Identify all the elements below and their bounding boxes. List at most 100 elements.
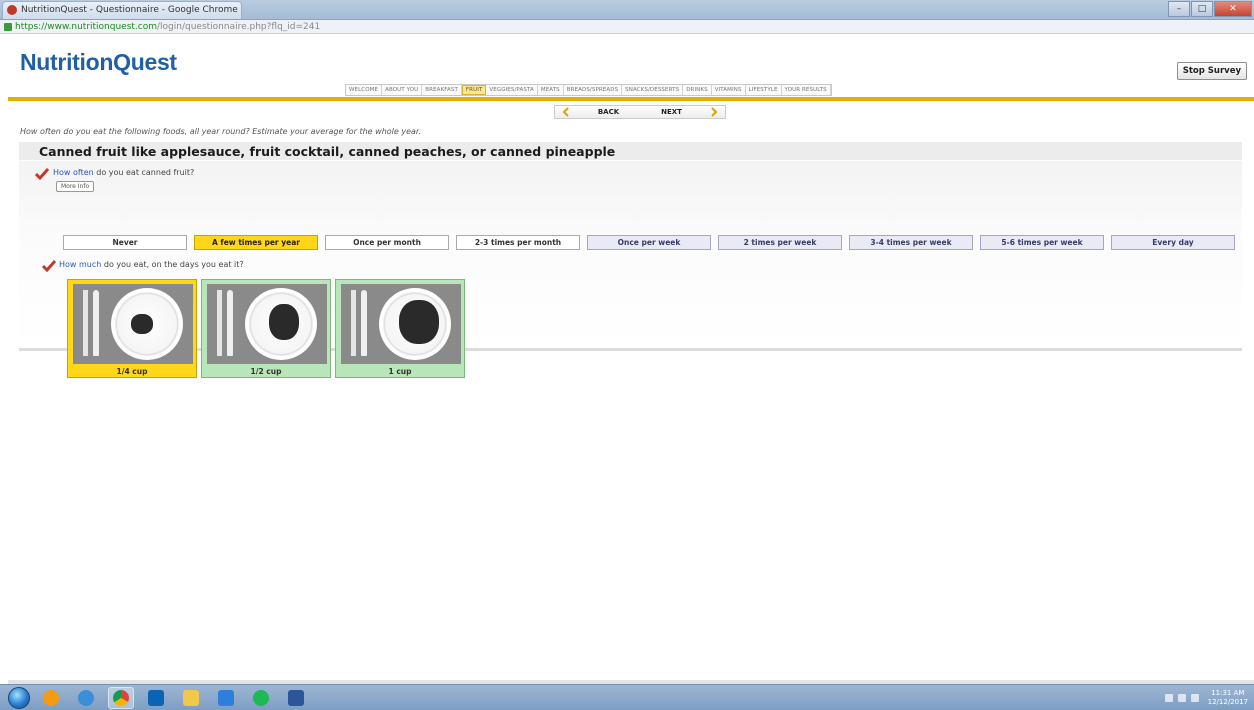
nav-item-breakfast[interactable]: BREAKFAST — [422, 85, 462, 95]
frequency-question-text: do you eat canned fruit? — [93, 168, 195, 177]
back-arrow-icon[interactable] — [555, 106, 577, 118]
knife-icon — [361, 290, 367, 356]
frequency-option-3-4-week[interactable]: 3-4 times per week — [849, 235, 973, 250]
knife-icon — [227, 290, 233, 356]
checkmark-icon — [35, 168, 49, 180]
lock-icon — [4, 22, 12, 31]
fork-icon — [83, 290, 88, 356]
battery-icon[interactable] — [1190, 694, 1199, 702]
nav-item-lifestyle[interactable]: LIFESTYLE — [746, 85, 782, 95]
portion-question: How much do you eat, on the days you eat… — [59, 260, 244, 269]
windows-taskbar: 11:31 AM 12/12/2017 — [0, 684, 1254, 710]
fruit-portion-icon — [269, 304, 299, 340]
frequency-question-highlight: How often — [53, 168, 94, 177]
nav-item-about-you[interactable]: ABOUT YOU — [382, 85, 423, 95]
word-icon — [288, 689, 304, 706]
nav-item-meats[interactable]: MEATS — [538, 85, 564, 95]
browser-titlebar: NutritionQuest - Questionnaire - Google … — [0, 0, 1254, 20]
nav-item-fruit[interactable]: FRUIT — [461, 85, 487, 95]
more-info-button[interactable]: More Info — [56, 181, 95, 192]
chrome-taskbar-button[interactable] — [108, 686, 134, 709]
address-bar[interactable]: https://www.nutritionquest.com /login/qu… — [0, 20, 1254, 34]
portion-label: 1/4 cup — [116, 366, 148, 376]
question-panel: How often do you eat canned fruit? More … — [19, 161, 1242, 378]
maximize-button[interactable]: □ — [1191, 1, 1213, 17]
url-host: https://www.nutritionquest.com — [15, 21, 158, 32]
frequency-option-few-times-year[interactable]: A few times per year — [194, 235, 318, 250]
page-content: NutritionQuest Stop Survey WELCOME ABOUT… — [8, 34, 1254, 684]
stop-survey-button[interactable]: Stop Survey — [1176, 62, 1247, 80]
fork-icon — [217, 290, 222, 356]
file-explorer-icon — [183, 689, 199, 706]
media-player-icon — [43, 689, 59, 706]
spotify-taskbar-button[interactable] — [248, 687, 274, 709]
portion-photo-quarter-cup — [73, 284, 193, 364]
portion-option-quarter-cup[interactable]: 1/4 cup — [67, 279, 197, 378]
frequency-option-once-month[interactable]: Once per month — [325, 235, 449, 250]
food-title: Canned fruit like applesauce, fruit cock… — [19, 142, 1242, 160]
frequency-options: Never A few times per year Once per mont… — [63, 235, 1242, 250]
nav-item-your-results[interactable]: YOUR RESULTS — [782, 85, 831, 95]
nav-item-veggies-pasta[interactable]: VEGGIES/PASTA — [486, 85, 538, 95]
file-explorer-taskbar-button[interactable] — [178, 687, 204, 709]
system-tray: 11:31 AM 12/12/2017 — [1164, 689, 1248, 707]
window-controls: – □ ✕ — [1167, 1, 1252, 17]
header-divider — [8, 97, 1254, 101]
portion-options: 1/4 cup 1/2 cup 1 cup — [67, 279, 469, 378]
portion-label: 1 cup — [388, 366, 412, 376]
portion-option-half-cup[interactable]: 1/2 cup — [201, 279, 331, 378]
nav-item-drinks[interactable]: DRINKS — [683, 85, 712, 95]
instructions-text: How often do you eat the following foods… — [20, 127, 421, 136]
internet-explorer-taskbar-button[interactable] — [73, 687, 99, 709]
system-clock[interactable]: 11:31 AM 12/12/2017 — [1208, 689, 1248, 707]
browser-tab[interactable]: NutritionQuest - Questionnaire - Google … — [2, 0, 242, 19]
clock-time: 11:31 AM — [1211, 689, 1245, 697]
outlook-icon — [148, 689, 164, 706]
checkmark-icon — [42, 260, 56, 272]
back-button[interactable]: BACK — [577, 106, 640, 118]
word-taskbar-button[interactable] — [283, 687, 309, 709]
close-button[interactable]: ✕ — [1214, 1, 1252, 17]
portion-question-text: do you eat, on the days you eat it? — [101, 260, 244, 269]
knife-icon — [93, 290, 99, 356]
frequency-option-2-week[interactable]: 2 times per week — [718, 235, 842, 250]
nav-item-vitamins[interactable]: VITAMINS — [712, 85, 746, 95]
clock-date: 12/12/2017 — [1207, 698, 1248, 706]
frequency-option-once-week[interactable]: Once per week — [587, 235, 711, 250]
frequency-question: How often do you eat canned fruit? — [53, 168, 194, 177]
next-button[interactable]: NEXT — [640, 106, 703, 118]
frequency-option-never[interactable]: Never — [63, 235, 187, 250]
spotify-icon — [253, 689, 269, 706]
fruit-portion-icon — [131, 314, 153, 334]
nav-item-breads-spreads[interactable]: BREADS/SPREADS — [564, 85, 623, 95]
portion-option-one-cup[interactable]: 1 cup — [335, 279, 465, 378]
portion-label: 1/2 cup — [250, 366, 282, 376]
url-path: /login/questionnaire.php?flq_id=241 — [157, 21, 321, 32]
portion-photo-half-cup — [207, 284, 327, 364]
nav-item-welcome[interactable]: WELCOME — [346, 85, 383, 95]
portion-question-highlight: How much — [59, 260, 102, 269]
portion-photo-one-cup — [341, 284, 461, 364]
start-button-icon[interactable] — [8, 686, 30, 709]
frequency-option-2-3-month[interactable]: 2-3 times per month — [456, 235, 580, 250]
frequency-option-every-day[interactable]: Every day — [1111, 235, 1235, 250]
volume-icon[interactable] — [1177, 694, 1186, 702]
internet-explorer-icon — [78, 689, 94, 706]
fruit-portion-icon — [399, 300, 439, 344]
outlook-taskbar-button[interactable] — [143, 687, 169, 709]
favicon-icon — [7, 5, 17, 15]
chrome-icon — [113, 689, 129, 706]
next-arrow-icon[interactable] — [703, 106, 725, 118]
nav-item-snacks-desserts[interactable]: SNACKS/DESSERTS — [622, 85, 684, 95]
minimize-button[interactable]: – — [1168, 1, 1190, 17]
section-nav: WELCOME ABOUT YOU BREAKFAST FRUIT VEGGIE… — [345, 84, 832, 96]
network-icon[interactable] — [1164, 694, 1173, 702]
frequency-option-5-6-week[interactable]: 5-6 times per week — [980, 235, 1104, 250]
media-player-taskbar-button[interactable] — [38, 687, 64, 709]
tab-title: NutritionQuest - Questionnaire - Google … — [21, 5, 238, 15]
dropbox-taskbar-button[interactable] — [213, 687, 239, 709]
fork-icon — [351, 290, 356, 356]
back-next-bar: BACK NEXT — [554, 105, 726, 119]
nutritionquest-logo: NutritionQuest — [20, 49, 177, 75]
dropbox-icon — [218, 689, 234, 706]
